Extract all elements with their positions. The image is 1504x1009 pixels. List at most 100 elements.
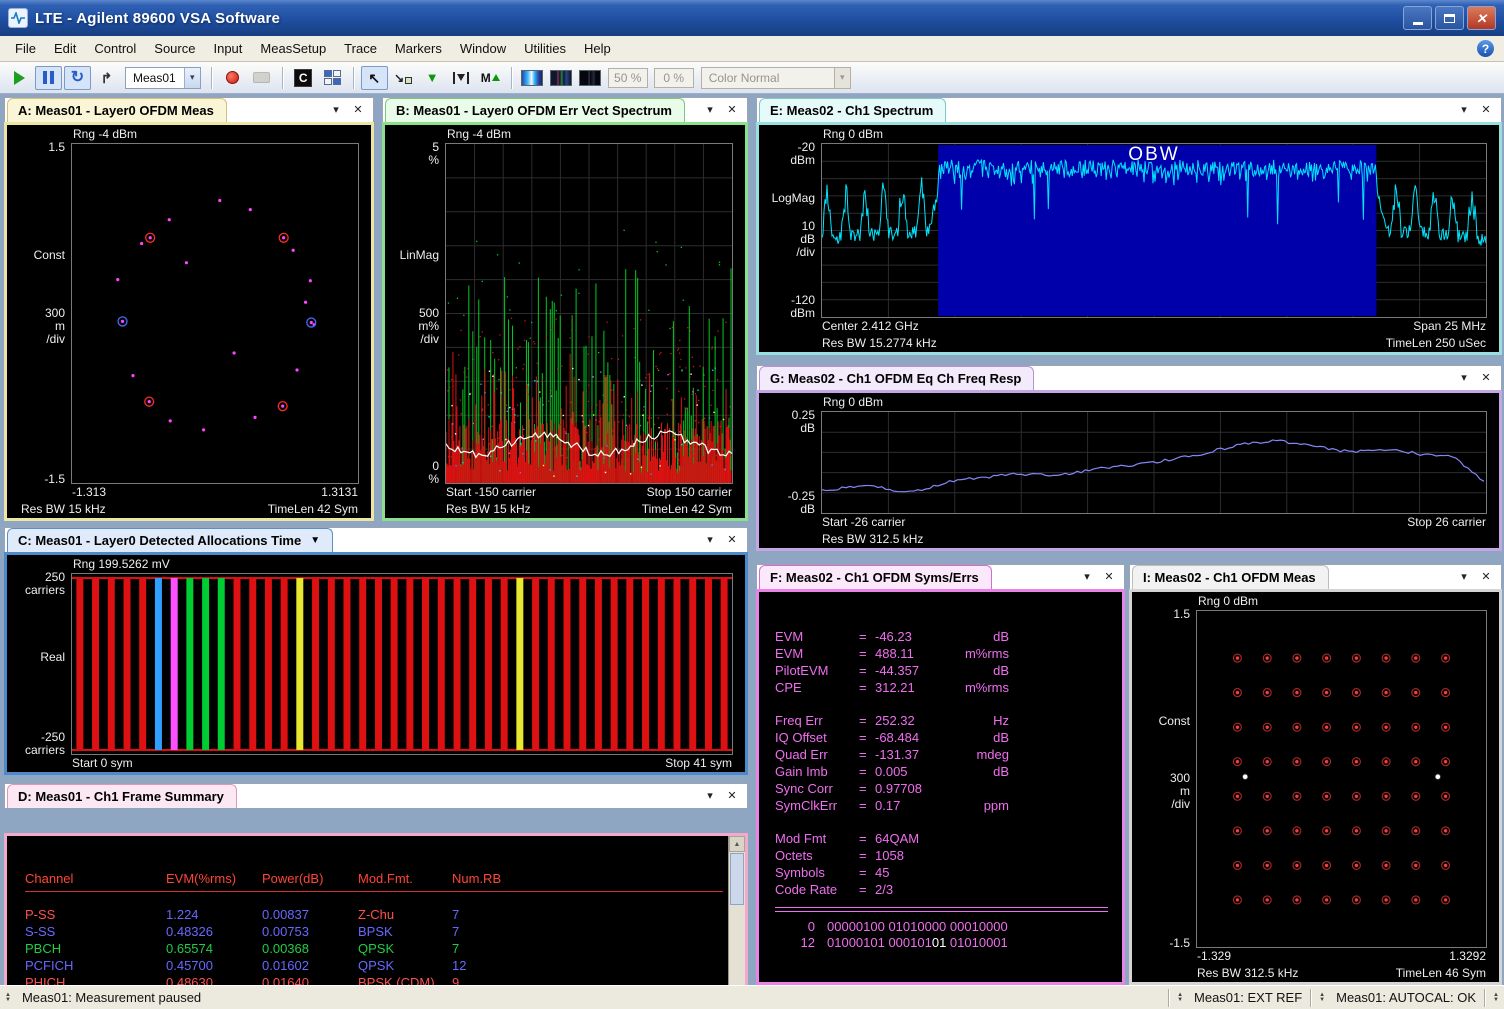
panel-g-close-button[interactable]: ✕ (1480, 373, 1492, 384)
select-tool-button[interactable]: ↖ (361, 66, 388, 90)
panel-a-close-button[interactable]: ✕ (352, 105, 364, 116)
single-sweep-button[interactable]: ↱ (93, 66, 120, 90)
panel-i-close-button[interactable]: ✕ (1480, 572, 1492, 583)
panel-b-plot-area[interactable] (445, 143, 733, 484)
layout-button[interactable] (319, 66, 346, 90)
panel-g-tab[interactable]: G: Meas02 - Ch1 OFDM Eq Ch Freq Resp (759, 366, 1034, 390)
record-button[interactable] (219, 66, 246, 90)
panel-f-title: F: Meas02 - Ch1 OFDM Syms/Errs (770, 570, 979, 585)
panel-d-tab[interactable]: D: Meas01 - Ch1 Frame Summary (7, 784, 237, 808)
chevron-down-icon: ▾ (834, 68, 850, 88)
readout-unit (951, 830, 1009, 847)
scrollbar[interactable]: ▲ ▼ (728, 836, 745, 985)
average-percent-field[interactable]: 50 % (608, 68, 648, 88)
menu-file[interactable]: File (6, 37, 45, 60)
panel-i-x-right: 1.3292 (1449, 948, 1486, 965)
table-row[interactable]: PBCH0.655740.00368QPSK7 (25, 940, 745, 957)
marker-triangle-icon: ▼ (426, 71, 439, 84)
equals-sign: = (859, 797, 875, 814)
menu-window[interactable]: Window (451, 37, 515, 60)
panel-e-span: Span 25 MHz (1413, 318, 1486, 335)
menu-control[interactable]: Control (85, 37, 145, 60)
readout-line: CPE=312.21m%rms (775, 679, 1112, 696)
panel-c-plot-area[interactable] (71, 573, 733, 755)
table-cell: 9 (452, 974, 522, 985)
equals-sign: = (859, 847, 875, 864)
table-row[interactable]: P-SS1.2240.00837Z-Chu7 (25, 906, 745, 923)
continuous-button[interactable]: ↻ (64, 66, 91, 90)
panel-b-close-button[interactable]: ✕ (726, 105, 738, 116)
menu-trace[interactable]: Trace (335, 37, 386, 60)
menu-input[interactable]: Input (204, 37, 251, 60)
zoom-tool-button[interactable]: ↘ (390, 66, 417, 90)
panel-i-tab[interactable]: I: Meas02 - Ch1 OFDM Meas (1132, 565, 1329, 589)
panel-f-tab[interactable]: F: Meas02 - Ch1 OFDM Syms/Errs (759, 565, 992, 589)
band-marker-button[interactable] (448, 66, 475, 90)
status-spinner[interactable]: ▲▼ (1172, 993, 1188, 1003)
waterfall-button[interactable] (548, 66, 575, 90)
maximize-button[interactable] (1435, 6, 1464, 30)
panel-i-collapse-button[interactable]: ▾ (1458, 572, 1470, 583)
status-spinner[interactable]: ▲▼ (0, 993, 16, 1003)
panel-e-close-button[interactable]: ✕ (1480, 105, 1492, 116)
readout-value: 488.11 (875, 645, 951, 662)
panel-e-title: E: Meas02 - Ch1 Spectrum (770, 103, 933, 118)
menu-edit[interactable]: Edit (45, 37, 85, 60)
panel-f-collapse-button[interactable]: ▾ (1081, 572, 1093, 583)
panel-c-header: C: Meas01 - Layer0 Detected Allocations … (4, 527, 748, 552)
menu-meassetup[interactable]: MeasSetup (251, 37, 335, 60)
table-row[interactable]: S-SS0.483260.00753BPSK7 (25, 923, 745, 940)
trace-c-button[interactable]: C (290, 66, 317, 90)
menu-utilities[interactable]: Utilities (515, 37, 575, 60)
panel-a-plot-area[interactable] (71, 143, 359, 484)
panel-e-tab[interactable]: E: Meas02 - Ch1 Spectrum (759, 98, 946, 122)
status-spinner[interactable]: ▲▼ (1314, 993, 1330, 1003)
panel-c-collapse-button[interactable]: ▾ (704, 535, 716, 546)
scrollbar-thumb[interactable] (730, 853, 744, 905)
menu-source[interactable]: Source (145, 37, 204, 60)
menu-help[interactable]: Help (575, 37, 620, 60)
panel-c-tab[interactable]: C: Meas01 - Layer0 Detected Allocations … (7, 528, 333, 552)
status-spinner[interactable]: ▲▼ (1488, 993, 1504, 1003)
menu-markers[interactable]: Markers (386, 37, 451, 60)
playback-button[interactable] (248, 66, 275, 90)
status-bar: ▲▼ Meas01: Measurement paused ▲▼ Meas01:… (0, 985, 1504, 1009)
panel-d-close-button[interactable]: ✕ (726, 791, 738, 802)
panel-i-body: Rng 0 dBm 1.5 Const 300m/div -1.5 -1.329… (1129, 589, 1502, 985)
spectrogram-icon (521, 70, 543, 86)
play-button[interactable] (6, 66, 33, 90)
pause-button[interactable] (35, 66, 62, 90)
table-row[interactable]: PHICH0.486300.01640BPSK (CDM)9 (25, 974, 745, 985)
panel-f-close-button[interactable]: ✕ (1103, 572, 1115, 583)
layout-grid-icon (324, 70, 341, 85)
panel-b-collapse-button[interactable]: ▾ (704, 105, 716, 116)
color-mode-select[interactable]: Color Normal ▾ (701, 67, 851, 89)
readout-label: Sync Corr (775, 780, 859, 797)
minimize-button[interactable] (1403, 6, 1432, 30)
spectrogram-button[interactable] (519, 66, 546, 90)
marker-to-peak-button[interactable]: M (477, 66, 504, 90)
panel-i-plot-area[interactable] (1196, 610, 1487, 948)
frame-summary-header: Channel EVM(%rms) Power(dB) Mod.Fmt. Num… (25, 870, 725, 887)
panel-e-collapse-button[interactable]: ▾ (1458, 105, 1470, 116)
panel-c-close-button[interactable]: ✕ (726, 535, 738, 546)
panel-b-tab[interactable]: B: Meas01 - Layer0 OFDM Err Vect Spectru… (385, 98, 685, 122)
scroll-up-button[interactable]: ▲ (729, 836, 745, 852)
sweep-percent-field[interactable]: 0 % (654, 68, 694, 88)
panel-d-collapse-button[interactable]: ▾ (704, 791, 716, 802)
panel-e-plot-area[interactable]: OBW (821, 143, 1487, 318)
cumulative-history-button[interactable] (577, 66, 604, 90)
panel-g-plot-area[interactable] (821, 411, 1487, 514)
help-icon[interactable]: ? (1477, 40, 1494, 57)
panel-g-collapse-button[interactable]: ▾ (1458, 373, 1470, 384)
panel-a-tab[interactable]: A: Meas01 - Layer0 OFDM Meas (7, 98, 227, 122)
chevron-down-icon[interactable]: ▼ (310, 535, 320, 546)
recording-icon (253, 72, 270, 83)
sweep-percent-value: 0 % (663, 71, 684, 85)
marker-button[interactable]: ▼ (419, 66, 446, 90)
table-row[interactable]: PCFICH0.457000.01602QPSK12 (25, 957, 745, 974)
panel-a-collapse-button[interactable]: ▾ (330, 105, 342, 116)
measurement-select[interactable]: Meas01 ▾ (125, 67, 201, 89)
close-button[interactable]: ✕ (1467, 6, 1496, 30)
panel-e-timelen: TimeLen 250 uSec (1386, 335, 1486, 352)
